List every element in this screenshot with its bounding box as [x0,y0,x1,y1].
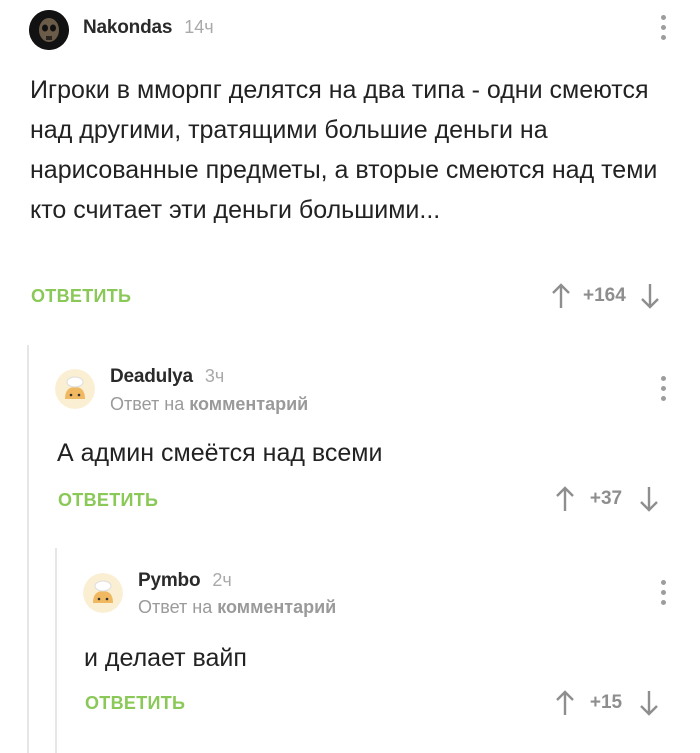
arrow-up-icon[interactable] [555,690,575,716]
avatar[interactable] [83,573,123,613]
comment-time: 3ч [204,366,225,386]
reply-to-target[interactable]: комментарий [189,394,308,414]
rating: +164 [551,283,660,309]
dot [661,600,666,605]
dot [661,590,666,595]
rating-score: +15 [589,692,623,713]
cook-hat-avatar-icon [83,573,123,613]
dot [661,376,666,381]
reply-button[interactable]: ОТВЕТИТЬ [85,693,185,714]
rating-score: +164 [583,285,626,306]
rating-score: +37 [589,488,623,509]
reply-to-link[interactable]: Ответ на комментарий [110,394,308,415]
dot [661,386,666,391]
thread-line-level-2 [55,548,57,753]
author-name[interactable]: Deadulya [110,366,193,388]
arrow-down-icon[interactable] [639,486,659,512]
thread-line-level-1 [27,345,29,753]
dot [661,15,666,20]
rating: +37 [555,486,659,512]
reply-to-prefix: Ответ на [138,597,213,617]
comment-header: Deadulya 3ч [110,366,224,388]
more-options-button[interactable] [661,580,667,610]
arrow-up-icon[interactable] [551,283,571,309]
comment-header: Nakondas 14ч [83,17,214,39]
reply-button[interactable]: ОТВЕТИТЬ [31,286,131,307]
reply-to-prefix: Ответ на [110,394,185,414]
author-name[interactable]: Pymbo [138,570,201,592]
reply-to-target[interactable]: комментарий [217,597,336,617]
arrow-up-icon[interactable] [555,486,575,512]
arrow-down-icon[interactable] [639,690,659,716]
avatar[interactable] [55,369,95,409]
reply-to-link[interactable]: Ответ на комментарий [138,597,336,618]
rating: +15 [555,690,659,716]
comment-header: Pymbo 2ч [138,570,232,592]
dot [661,25,666,30]
dot [661,35,666,40]
comment-text: и делает вайп [84,644,247,672]
reply-button[interactable]: ОТВЕТИТЬ [58,490,158,511]
more-options-button[interactable] [661,15,667,45]
skull-avatar-icon [29,10,69,50]
more-options-button[interactable] [661,376,667,406]
author-name[interactable]: Nakondas [83,17,172,39]
comment-text: Игроки в мморпг делятся на два типа - од… [30,76,658,224]
dot [661,396,666,401]
dot [661,580,666,585]
arrow-down-icon[interactable] [640,283,660,309]
comment-time: 14ч [184,17,214,37]
comment-time: 2ч [212,570,232,590]
avatar[interactable] [29,10,69,50]
cook-hat-avatar-icon [55,369,95,409]
comment-text: А админ смеётся над всеми [57,439,383,467]
